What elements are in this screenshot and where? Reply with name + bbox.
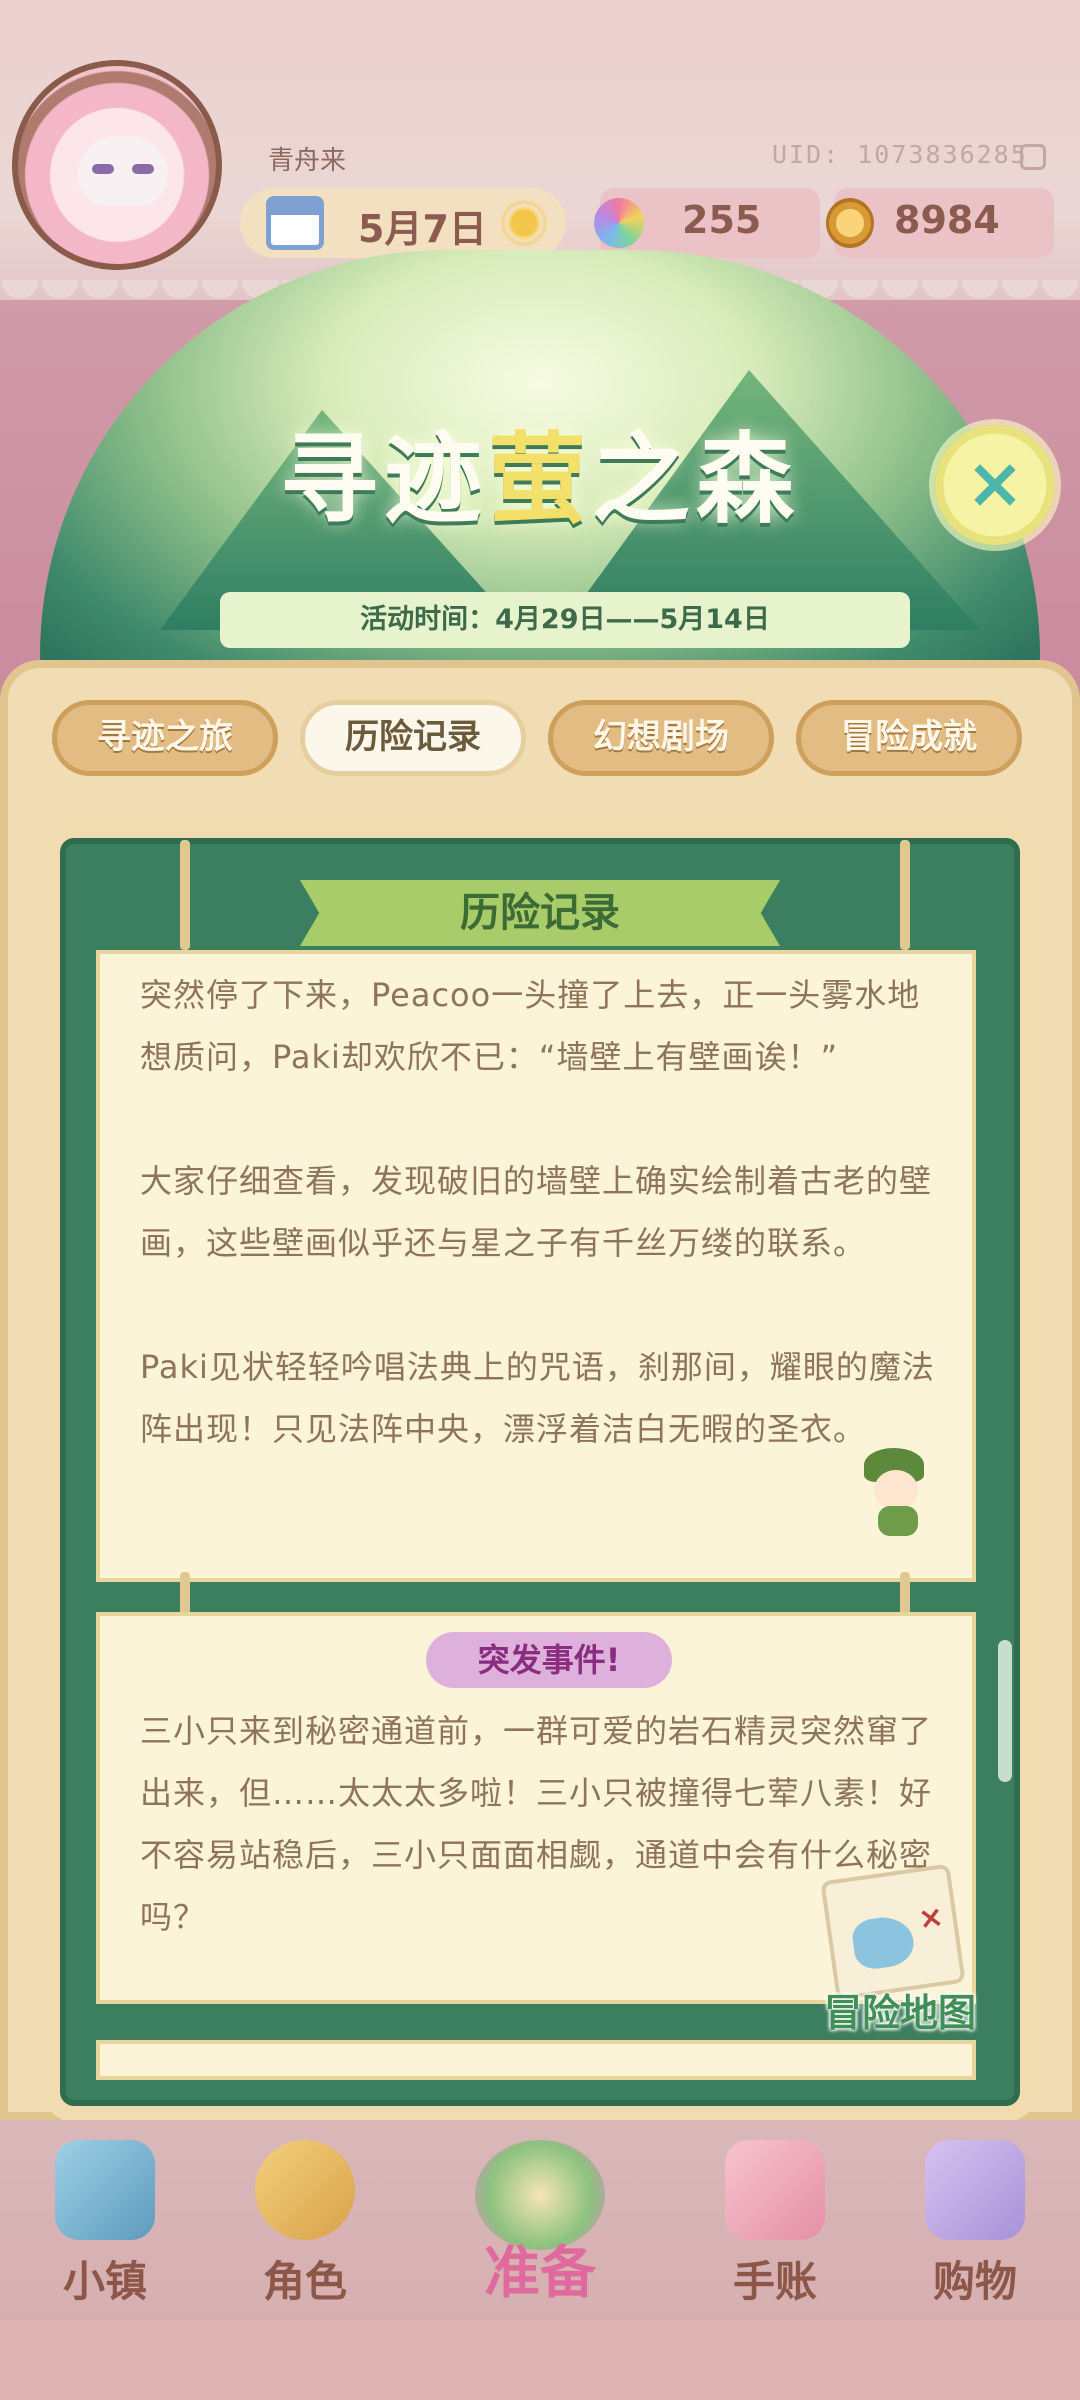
- map-label: 冒险地图: [823, 1991, 976, 2035]
- avatar-face: [78, 136, 168, 206]
- nav-label: 小镇: [62, 2257, 147, 2306]
- chibi-face: [874, 1470, 918, 1510]
- event-title-part1: 寻迹: [279, 422, 488, 537]
- scrollbar[interactable]: [998, 1640, 1012, 1782]
- tab-fantasy-theater[interactable]: 幻想剧场: [548, 700, 774, 776]
- bottom-strip: [0, 2320, 1080, 2400]
- event-badge: 突发事件!: [426, 1632, 672, 1688]
- event-title-highlight: 萤: [487, 422, 592, 537]
- town-icon: [55, 2140, 155, 2240]
- shopping-icon: [925, 2140, 1025, 2240]
- nav-shopping[interactable]: 购物: [900, 2140, 1050, 2320]
- avatar-eye-right: [132, 164, 154, 174]
- event-title-part2: 之森: [592, 422, 801, 537]
- nav-label: 角色: [262, 2257, 347, 2306]
- story-card: [96, 2040, 976, 2080]
- avatar-eye-left: [92, 164, 114, 174]
- copy-icon[interactable]: [1020, 144, 1046, 170]
- tab-journey[interactable]: 寻迹之旅: [52, 700, 278, 776]
- nav-label: 手账: [732, 2257, 817, 2306]
- story-paragraph: 突然停了下来，Peacoo一头撞了上去，正一头雾水地想质问，Paki却欢欣不已：…: [140, 976, 921, 1076]
- tab-adventure-record[interactable]: 历险记录: [300, 700, 526, 776]
- tab-achievements[interactable]: 冒险成就: [796, 700, 1022, 776]
- story-paragraph: 大家仔细查看，发现破旧的墙壁上确实绘制着古老的壁画，这些壁画似乎还与星之子有千丝…: [140, 1162, 933, 1262]
- close-icon: ×: [965, 442, 1025, 524]
- record-title: 历险记录: [300, 880, 780, 946]
- nav-town[interactable]: 小镇: [30, 2140, 180, 2320]
- uid-label: UID: 1073836285: [772, 140, 1028, 169]
- journal-icon: [725, 2140, 825, 2240]
- tab-bar: 寻迹之旅 历险记录 幻想剧场 冒险成就: [52, 700, 1032, 776]
- event-time: 活动时间：4月29日——5月14日: [220, 592, 910, 648]
- nav-character[interactable]: 角色: [230, 2140, 380, 2320]
- map-icon: ×: [820, 1863, 966, 2001]
- story-card: 突然停了下来，Peacoo一头撞了上去，正一头雾水地想质问，Paki却欢欣不已：…: [96, 950, 976, 1582]
- map-x-mark: ×: [916, 1898, 946, 1938]
- nav-prepare[interactable]: 准备: [465, 2140, 615, 2320]
- adventure-map-button[interactable]: × 冒险地图: [810, 1863, 990, 2042]
- close-button[interactable]: ×: [935, 425, 1055, 545]
- event-title: 寻迹萤之森: [40, 400, 1040, 542]
- chibi-body: [878, 1506, 918, 1536]
- rope-decoration: [180, 840, 190, 950]
- event-banner: 寻迹萤之森 活动时间：4月29日——5月14日: [40, 230, 1040, 690]
- player-name: 青舟来: [268, 146, 347, 176]
- character-icon: [255, 2140, 355, 2240]
- rope-decoration: [900, 840, 910, 950]
- nav-label: 购物: [932, 2257, 1017, 2306]
- nav-journal[interactable]: 手账: [700, 2140, 850, 2320]
- nav-label: 准备: [484, 2241, 596, 2306]
- character-chibi-icon: [858, 1448, 938, 1538]
- story-paragraph: Paki见状轻轻吟唱法典上的咒语，刹那间，耀眼的魔法阵出现！只见法阵中央，漂浮着…: [140, 1348, 935, 1448]
